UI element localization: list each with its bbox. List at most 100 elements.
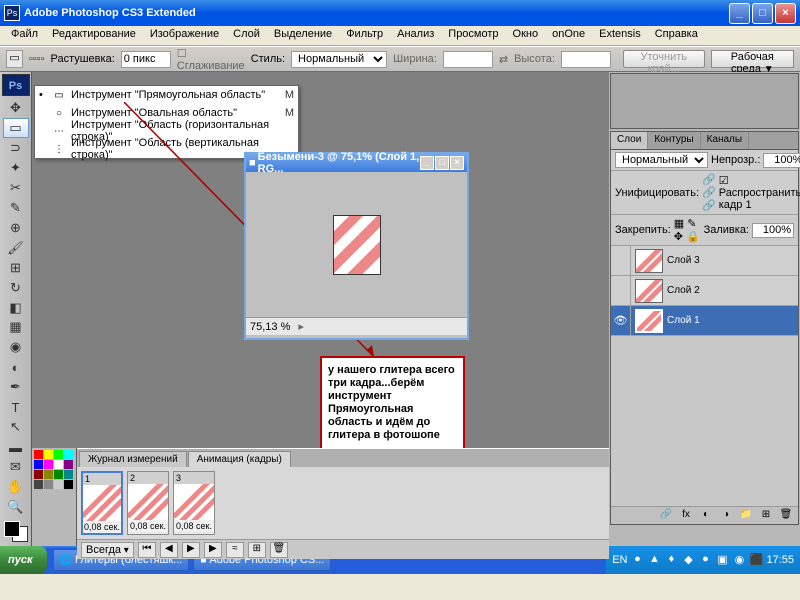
delete-layer-button[interactable]: 🗑	[778, 509, 794, 523]
tab-paths[interactable]: Контуры	[648, 132, 700, 149]
color-swatches[interactable]	[2, 519, 30, 544]
dodge-tool[interactable]: ◐	[3, 357, 29, 377]
prev-frame-button[interactable]: ◀	[160, 542, 178, 558]
eyedropper-tool[interactable]: ✎	[3, 198, 29, 218]
move-tool[interactable]: ✥	[3, 98, 29, 118]
tray-icon[interactable]: ▲	[647, 553, 661, 567]
mask-button[interactable]: ◐	[698, 509, 714, 523]
tab-measurement-log[interactable]: Журнал измерений	[79, 451, 187, 467]
refine-edge-button[interactable]: Уточнить край...	[623, 50, 705, 68]
height-input	[561, 51, 611, 68]
menu-edit[interactable]: Редактирование	[45, 26, 143, 45]
doc-maximize[interactable]: □	[435, 156, 449, 170]
close-button[interactable]: ×	[775, 3, 796, 24]
tray-icon[interactable]: ◉	[732, 553, 746, 567]
crop-tool[interactable]: ✂	[3, 178, 29, 198]
marquee-tool[interactable]: ▭	[3, 118, 29, 138]
hand-tool[interactable]: ✋	[3, 477, 29, 497]
menu-help[interactable]: Справка	[648, 26, 705, 45]
shape-tool[interactable]: ▬	[3, 437, 29, 457]
menu-analysis[interactable]: Анализ	[390, 26, 441, 45]
tray-icon[interactable]: ▣	[715, 553, 729, 567]
history-brush-tool[interactable]: ↻	[3, 278, 29, 298]
layer-item-3[interactable]: Слой 3	[611, 246, 798, 276]
heal-tool[interactable]: ⊕	[3, 218, 29, 238]
rewind-button[interactable]: ⏮	[138, 542, 156, 558]
new-layer-button[interactable]: ⊞	[758, 509, 774, 523]
brush-tool[interactable]: 🖌	[3, 238, 29, 258]
tray-icon[interactable]: ◆	[681, 553, 695, 567]
tween-button[interactable]: ≈	[226, 542, 244, 558]
eraser-tool[interactable]: ◧	[3, 298, 29, 318]
document-title: Безымени-3 @ 75,1% (Слой 1, RG...	[258, 151, 420, 175]
menu-filter[interactable]: Фильтр	[339, 26, 390, 45]
menu-file[interactable]: Файл	[4, 26, 45, 45]
blend-mode-select[interactable]: Нормальный	[615, 152, 708, 168]
visibility-toggle[interactable]: 👁	[611, 306, 631, 335]
menu-view[interactable]: Просмотр	[441, 26, 505, 45]
doc-close[interactable]: ×	[450, 156, 464, 170]
loop-select[interactable]: Всегда ▾	[81, 542, 134, 558]
menu-window[interactable]: Окно	[506, 26, 546, 45]
path-select-tool[interactable]: ↖	[3, 417, 29, 437]
lock-icons[interactable]: ▦ ✎ ✥ 🔒	[674, 217, 701, 243]
blur-tool[interactable]: ◉	[3, 337, 29, 357]
canvas-image	[333, 215, 381, 275]
stamp-tool[interactable]: ⊞	[3, 258, 29, 278]
tray-icon[interactable]: ⬛	[749, 553, 763, 567]
menu-extensis[interactable]: Extensis	[592, 26, 648, 45]
doc-minimize[interactable]: _	[420, 156, 434, 170]
tab-animation-frames[interactable]: Анимация (кадры)	[188, 451, 291, 467]
document-window[interactable]: ■ Безымени-3 @ 75,1% (Слой 1, RG... _□× …	[244, 152, 469, 340]
wand-tool[interactable]: ✦	[3, 158, 29, 178]
lasso-tool[interactable]: ⊃	[3, 138, 29, 158]
delete-frame-button[interactable]: 🗑	[270, 542, 288, 558]
tray-icon[interactable]: ●	[630, 553, 644, 567]
type-tool[interactable]: T	[3, 397, 29, 417]
document-canvas[interactable]	[246, 172, 467, 317]
ctx-rect-marquee[interactable]: •▭Инструмент "Прямоугольная область"M	[35, 86, 298, 104]
style-select[interactable]: Нормальный	[291, 51, 387, 68]
document-statusbar: 75,13 %▸	[246, 317, 467, 335]
frame-1[interactable]: 10,08 сек.	[81, 471, 123, 535]
fx-button[interactable]: fx	[678, 509, 694, 523]
visibility-toggle[interactable]	[611, 276, 631, 305]
menu-onone[interactable]: onOne	[545, 26, 592, 45]
language-indicator[interactable]: EN	[612, 554, 627, 566]
next-frame-button[interactable]: ▶	[204, 542, 222, 558]
group-button[interactable]: 📁	[738, 509, 754, 523]
tab-layers[interactable]: Слои	[611, 132, 648, 149]
pen-tool[interactable]: ✒	[3, 377, 29, 397]
link-layers-button[interactable]: 🔗	[658, 509, 674, 523]
collapsed-panel[interactable]	[610, 73, 799, 129]
height-label: Высота:	[514, 53, 555, 65]
opacity-input[interactable]	[763, 153, 800, 168]
tray-icon[interactable]: ♦	[664, 553, 678, 567]
frame-2[interactable]: 20,08 сек.	[127, 471, 169, 535]
menu-image[interactable]: Изображение	[143, 26, 226, 45]
play-button[interactable]: ▶	[182, 542, 200, 558]
feather-input[interactable]	[121, 51, 171, 68]
menu-select[interactable]: Выделение	[267, 26, 339, 45]
fill-input[interactable]	[752, 223, 794, 238]
zoom-tool[interactable]: 🔍	[3, 497, 29, 517]
minimize-button[interactable]: _	[729, 3, 750, 24]
layer-item-2[interactable]: Слой 2	[611, 276, 798, 306]
marquee-preset-icon[interactable]: ▭	[6, 50, 23, 68]
frame-3[interactable]: 30,08 сек.	[173, 471, 215, 535]
visibility-toggle[interactable]	[611, 246, 631, 275]
notes-tool[interactable]: ✉	[3, 457, 29, 477]
gradient-tool[interactable]: ▦	[3, 317, 29, 337]
adjustment-button[interactable]: ◑	[718, 509, 734, 523]
document-titlebar[interactable]: ■ Безымени-3 @ 75,1% (Слой 1, RG... _□×	[246, 154, 467, 172]
layer-item-1[interactable]: 👁Слой 1	[611, 306, 798, 336]
menu-layer[interactable]: Слой	[226, 26, 267, 45]
tab-channels[interactable]: Каналы	[701, 132, 750, 149]
clock[interactable]: 17:55	[766, 554, 794, 566]
start-button[interactable]: пуск	[0, 546, 47, 574]
maximize-button[interactable]: □	[752, 3, 773, 24]
workspace-button[interactable]: Рабочая среда ▼	[711, 50, 794, 68]
unify-icons[interactable]: 🔗 🔗 🔗	[702, 173, 716, 212]
new-frame-button[interactable]: ⊞	[248, 542, 266, 558]
tray-icon[interactable]: ●	[698, 553, 712, 567]
